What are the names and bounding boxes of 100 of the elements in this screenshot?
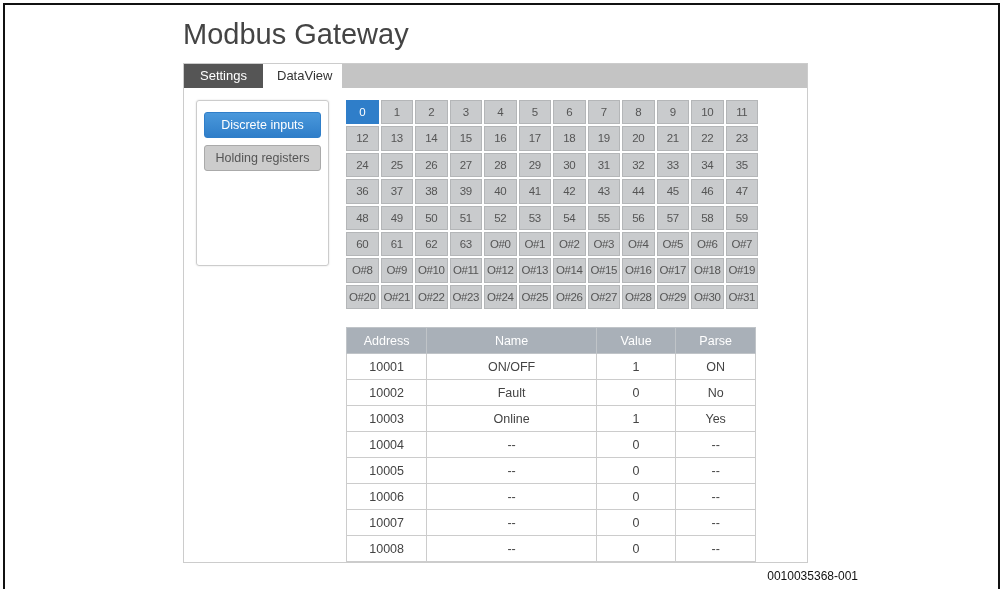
channel-button[interactable]: 37 — [380, 179, 413, 204]
channel-button[interactable]: 26 — [415, 152, 448, 178]
channel-button[interactable]: 12 — [346, 126, 379, 151]
channel-button[interactable]: 62 — [415, 231, 448, 257]
channel-button[interactable]: 38 — [415, 179, 448, 204]
channel-button[interactable]: O#10 — [415, 258, 448, 283]
channel-button[interactable]: 15 — [449, 126, 482, 151]
channel-button[interactable]: 14 — [415, 126, 448, 151]
channel-button[interactable]: O#21 — [380, 284, 413, 310]
channel-button[interactable]: 50 — [415, 205, 448, 230]
channel-button[interactable]: O#17 — [656, 258, 689, 283]
channel-button[interactable]: O#3 — [587, 231, 620, 257]
channel-button[interactable]: 3 — [449, 100, 482, 125]
channel-button[interactable]: 8 — [622, 100, 655, 125]
channel-button[interactable]: 47 — [725, 179, 758, 204]
channel-button[interactable]: O#14 — [553, 258, 586, 283]
channel-button[interactable]: 58 — [691, 205, 724, 230]
channel-button[interactable]: 59 — [725, 205, 758, 230]
channel-button[interactable]: 51 — [449, 205, 482, 230]
channel-button[interactable]: O#16 — [622, 258, 655, 283]
channel-button[interactable]: 17 — [518, 126, 551, 151]
channel-button[interactable]: O#1 — [518, 231, 551, 257]
channel-button[interactable]: 1 — [380, 100, 413, 125]
channel-button[interactable]: 24 — [346, 152, 379, 178]
channel-button[interactable]: O#29 — [656, 284, 689, 310]
channel-button[interactable]: 4 — [484, 100, 517, 125]
channel-button[interactable]: 42 — [553, 179, 586, 204]
register-type-button[interactable]: Discrete inputs — [204, 112, 321, 138]
channel-button[interactable]: 6 — [553, 100, 586, 125]
channel-button[interactable]: O#25 — [518, 284, 551, 310]
channel-button[interactable]: 32 — [622, 152, 655, 178]
channel-button[interactable]: O#15 — [587, 258, 620, 283]
channel-button[interactable]: O#18 — [691, 258, 724, 283]
channel-button[interactable]: O#8 — [346, 258, 379, 283]
register-type-button[interactable]: Holding registers — [204, 145, 321, 171]
channel-button[interactable]: 30 — [553, 152, 586, 178]
channel-button[interactable]: 63 — [449, 231, 482, 257]
channel-button[interactable]: O#13 — [518, 258, 551, 283]
channel-button[interactable]: 48 — [346, 205, 379, 230]
channel-button[interactable]: O#6 — [691, 231, 724, 257]
channel-button[interactable]: 49 — [380, 205, 413, 230]
channel-button[interactable]: 22 — [691, 126, 724, 151]
channel-button[interactable]: O#4 — [622, 231, 655, 257]
tab[interactable]: Settings — [184, 64, 263, 88]
channel-button[interactable]: O#5 — [656, 231, 689, 257]
channel-button[interactable]: O#19 — [725, 258, 758, 283]
channel-button[interactable]: 41 — [518, 179, 551, 204]
channel-button[interactable]: 52 — [484, 205, 517, 230]
channel-button[interactable]: 2 — [415, 100, 448, 125]
channel-button[interactable]: 55 — [587, 205, 620, 230]
channel-button[interactable]: O#24 — [484, 284, 517, 310]
channel-button[interactable]: O#2 — [553, 231, 586, 257]
channel-button[interactable]: 31 — [587, 152, 620, 178]
channel-button[interactable]: O#22 — [415, 284, 448, 310]
channel-button[interactable]: 13 — [380, 126, 413, 151]
channel-button[interactable]: 23 — [725, 126, 758, 151]
channel-button[interactable]: 45 — [656, 179, 689, 204]
channel-button[interactable]: O#20 — [346, 284, 379, 310]
channel-button[interactable]: O#31 — [725, 284, 758, 310]
channel-button[interactable]: 44 — [622, 179, 655, 204]
channel-button[interactable]: 43 — [587, 179, 620, 204]
channel-button[interactable]: O#27 — [587, 284, 620, 310]
channel-button[interactable]: 33 — [656, 152, 689, 178]
channel-button[interactable]: 61 — [380, 231, 413, 257]
channel-button[interactable]: 35 — [725, 152, 758, 178]
channel-button[interactable]: O#0 — [484, 231, 517, 257]
channel-button[interactable]: 56 — [622, 205, 655, 230]
channel-button[interactable]: O#12 — [484, 258, 517, 283]
channel-button[interactable]: 25 — [380, 152, 413, 178]
channel-button[interactable]: 10 — [691, 100, 724, 125]
channel-button[interactable]: 5 — [518, 100, 551, 125]
channel-button[interactable]: O#26 — [553, 284, 586, 310]
channel-button[interactable]: O#7 — [725, 231, 758, 257]
channel-button[interactable]: 21 — [656, 126, 689, 151]
channel-button[interactable]: 28 — [484, 152, 517, 178]
channel-button[interactable]: 29 — [518, 152, 551, 178]
channel-button[interactable]: O#11 — [449, 258, 482, 283]
channel-button[interactable]: 19 — [587, 126, 620, 151]
channel-button[interactable]: 60 — [346, 231, 379, 257]
channel-button[interactable]: O#9 — [380, 258, 413, 283]
channel-button[interactable]: 27 — [449, 152, 482, 178]
channel-button[interactable]: 16 — [484, 126, 517, 151]
channel-button[interactable]: 18 — [553, 126, 586, 151]
channel-button[interactable]: O#23 — [449, 284, 482, 310]
channel-button[interactable]: 34 — [691, 152, 724, 178]
channel-button[interactable]: 39 — [449, 179, 482, 204]
channel-button[interactable]: 20 — [622, 126, 655, 151]
channel-button[interactable]: 7 — [587, 100, 620, 125]
channel-button[interactable]: 36 — [346, 179, 379, 204]
channel-button[interactable]: 53 — [518, 205, 551, 230]
channel-button[interactable]: 0 — [346, 100, 379, 125]
channel-button[interactable]: 46 — [691, 179, 724, 204]
channel-button[interactable]: 57 — [656, 205, 689, 230]
channel-button[interactable]: O#30 — [691, 284, 724, 310]
channel-button[interactable]: 40 — [484, 179, 517, 204]
channel-button[interactable]: O#28 — [622, 284, 655, 310]
channel-button[interactable]: 11 — [725, 100, 758, 125]
tab[interactable]: DataView — [263, 64, 342, 88]
channel-button[interactable]: 54 — [553, 205, 586, 230]
channel-button[interactable]: 9 — [656, 100, 689, 125]
